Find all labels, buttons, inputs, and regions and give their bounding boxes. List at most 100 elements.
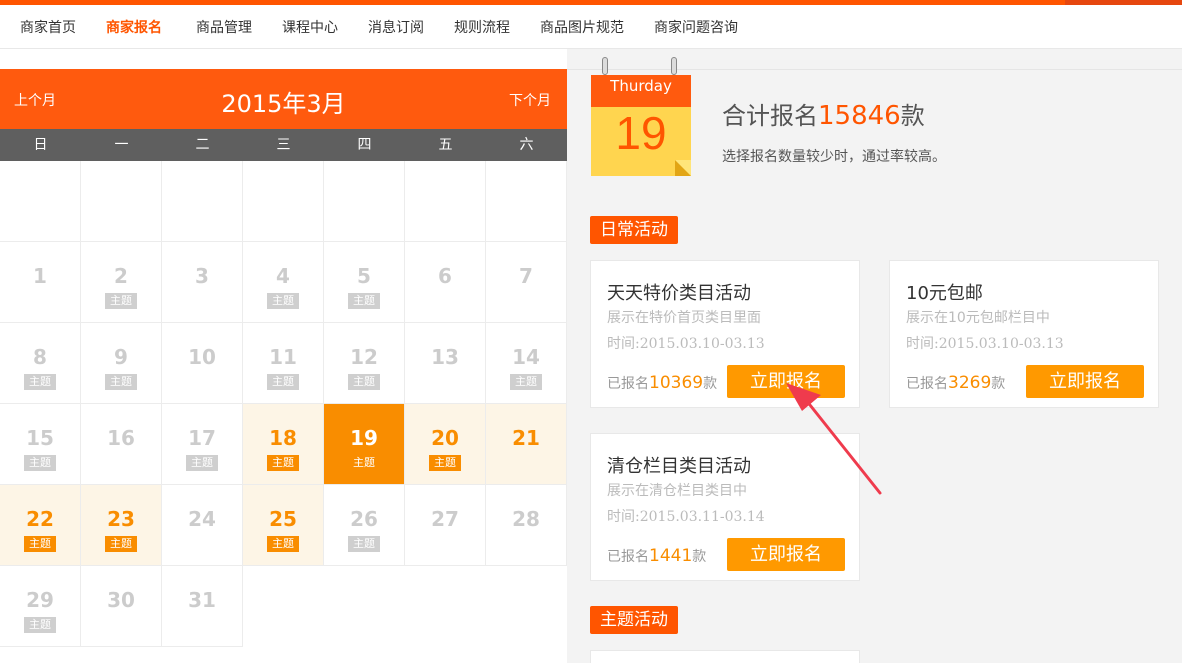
section-theme-tag: 主题活动 xyxy=(590,606,678,634)
calendar-day-cell[interactable]: 28 xyxy=(486,485,567,566)
calendar-day-number: 19 xyxy=(350,426,378,450)
calendar-day-cell[interactable]: 9 主题 xyxy=(81,323,162,404)
theme-badge: 主题 xyxy=(105,293,137,309)
nav-item-image-spec[interactable]: 商品图片规范 xyxy=(540,17,624,37)
calendar-day-cell[interactable]: 16 xyxy=(81,404,162,485)
calendar-day-number: 14 xyxy=(512,345,540,369)
calendar-day-cell[interactable]: 24 xyxy=(162,485,243,566)
nav-item-rules[interactable]: 规则流程 xyxy=(454,17,510,37)
signup-button[interactable]: 立即报名 xyxy=(1026,365,1144,398)
calendar-empty-cell xyxy=(405,161,486,242)
calendar-day-cell[interactable]: 18 主题 xyxy=(243,404,324,485)
date-icon-weekday: Thurday xyxy=(610,77,672,95)
calendar-day-cell[interactable]: 12 主题 xyxy=(324,323,405,404)
nav-item-courses[interactable]: 课程中心 xyxy=(282,17,338,37)
calendar-day-cell[interactable]: 31 xyxy=(162,566,243,647)
calendar-day-cell[interactable]: 5 主题 xyxy=(324,242,405,323)
total-count: 15846 xyxy=(818,101,901,131)
calendar-day-number: 11 xyxy=(269,345,297,369)
weekday-fri: 五 xyxy=(438,137,453,153)
date-icon-day: 19 xyxy=(615,107,667,159)
calendar-day-cell[interactable]: 20 主题 xyxy=(405,404,486,485)
theme-badge: 主题 xyxy=(353,456,375,469)
calendar-day-number: 7 xyxy=(519,264,533,288)
calendar-day-cell[interactable]: 3 xyxy=(162,242,243,323)
calendar-day-cell[interactable]: 10 xyxy=(162,323,243,404)
nav-item-support[interactable]: 商家问题咨询 xyxy=(654,17,738,37)
signup-total: 合计报名15846款 xyxy=(722,96,925,131)
count-suffix: 款 xyxy=(991,376,1006,392)
calendar-day-cell[interactable]: 29 主题 xyxy=(0,566,81,647)
calendar-day-cell[interactable]: 25 主题 xyxy=(243,485,324,566)
calendar-day-number: 8 xyxy=(33,345,47,369)
calendar-day-number: 3 xyxy=(195,264,209,288)
calendar-day-cell[interactable]: 11 主题 xyxy=(243,323,324,404)
page-fold-icon xyxy=(675,160,691,176)
theme-badge: 主题 xyxy=(429,455,461,471)
nav-item-messages[interactable]: 消息订阅 xyxy=(368,17,424,37)
theme-badge: 主题 xyxy=(348,536,380,552)
activity-card-partial xyxy=(590,650,860,663)
calendar-day-number: 30 xyxy=(107,588,135,612)
signup-button[interactable]: 立即报名 xyxy=(727,538,845,571)
activity-card: 清仓栏目类目活动 展示在清仓栏目类目中 时间:2015.03.11-03.14 … xyxy=(590,433,860,581)
calendar-day-number: 4 xyxy=(276,264,290,288)
calendar-day-cell[interactable]: 22 主题 xyxy=(0,485,81,566)
calendar-day-cell[interactable]: 30 xyxy=(81,566,162,647)
nav-item-products[interactable]: 商品管理 xyxy=(196,17,252,37)
activity-desc: 展示在清仓栏目类目中 xyxy=(607,483,747,499)
activity-desc: 展示在特价首页类目里面 xyxy=(607,310,761,326)
calendar-day-number: 13 xyxy=(431,345,459,369)
activity-desc: 展示在10元包邮栏目中 xyxy=(906,310,1050,326)
calendar-day-number: 1 xyxy=(33,264,47,288)
theme-badge: 主题 xyxy=(105,374,137,390)
activity-title: 清仓栏目类目活动 xyxy=(607,456,751,477)
theme-badge: 主题 xyxy=(24,455,56,471)
theme-badge: 主题 xyxy=(267,374,299,390)
theme-badge: 主题 xyxy=(267,455,299,471)
calendar-day-cell[interactable]: 19 主题 xyxy=(324,404,405,485)
calendar-day-cell[interactable]: 7 xyxy=(486,242,567,323)
activity-card: 天天特价类目活动 展示在特价首页类目里面 时间:2015.03.10-03.13… xyxy=(590,260,860,408)
calendar-day-cell[interactable]: 14 主题 xyxy=(486,323,567,404)
theme-badge: 主题 xyxy=(348,374,380,390)
calendar-title: 2015年3月 xyxy=(221,90,346,118)
calendar-day-number: 6 xyxy=(438,264,452,288)
theme-badge: 主题 xyxy=(348,293,380,309)
calendar-day-cell[interactable]: 6 xyxy=(405,242,486,323)
calendar-day-cell[interactable]: 13 xyxy=(405,323,486,404)
calendar-day-cell[interactable]: 15 主题 xyxy=(0,404,81,485)
calendar-day-number: 20 xyxy=(431,426,459,450)
calendar-day-number: 28 xyxy=(512,507,540,531)
calendar-day-cell[interactable]: 8 主题 xyxy=(0,323,81,404)
calendar-day-number: 18 xyxy=(269,426,297,450)
activity-count: 已报名3269款 xyxy=(906,373,1005,393)
calendar-day-cell[interactable]: 27 xyxy=(405,485,486,566)
calendar-empty-cell xyxy=(486,161,567,242)
calendar-day-cell[interactable]: 17 主题 xyxy=(162,404,243,485)
calendar-day-number: 22 xyxy=(26,507,54,531)
count-prefix: 已报名 xyxy=(607,376,649,392)
calendar-day-cell[interactable]: 26 主题 xyxy=(324,485,405,566)
calendar-day-number: 2 xyxy=(114,264,128,288)
calendar-day-number: 9 xyxy=(114,345,128,369)
nav-item-home[interactable]: 商家首页 xyxy=(20,17,76,37)
binder-ring-icon xyxy=(671,57,677,75)
activity-count: 已报名1441款 xyxy=(607,546,706,566)
calendar-day-number: 17 xyxy=(188,426,216,450)
calendar-empty-cell xyxy=(162,161,243,242)
theme-badge: 主题 xyxy=(186,455,218,471)
weekday-tue: 二 xyxy=(195,137,210,153)
calendar-day-cell[interactable]: 1 xyxy=(0,242,81,323)
section-daily-tag: 日常活动 xyxy=(590,216,678,244)
calendar-day-cell[interactable]: 2 主题 xyxy=(81,242,162,323)
signup-button[interactable]: 立即报名 xyxy=(727,365,845,398)
calendar-day-cell[interactable]: 4 主题 xyxy=(243,242,324,323)
calendar-day-cell[interactable]: 23 主题 xyxy=(81,485,162,566)
activity-title: 10元包邮 xyxy=(906,283,983,304)
nav-item-signup[interactable]: 商家报名 xyxy=(106,17,162,37)
calendar-day-cell[interactable]: 21 xyxy=(486,404,567,485)
next-month-button[interactable]: 下个月 xyxy=(509,90,551,110)
calendar-day-number: 29 xyxy=(26,588,54,612)
signup-hint: 选择报名数量较少时，通过率较高。 xyxy=(722,149,946,165)
